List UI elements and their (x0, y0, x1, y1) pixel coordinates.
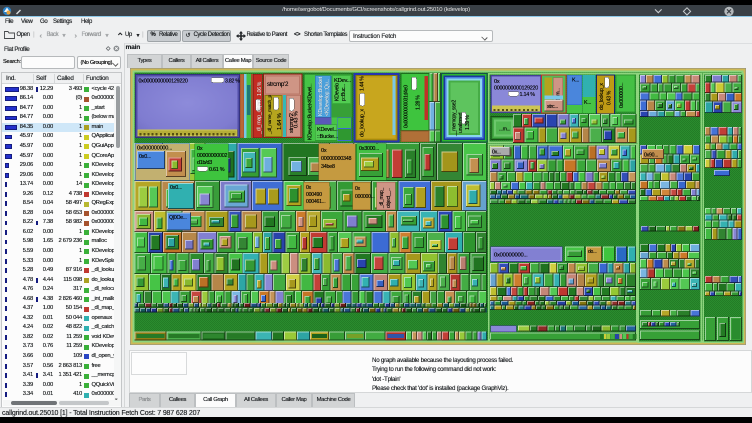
svg-text:object__...: object__... (386, 188, 392, 208)
svg-text:::Bucke...: ::Bucke... (317, 134, 339, 140)
svg-text:...m...: ...m... (499, 127, 510, 133)
svg-text:d1b/d3: d1b/d3 (197, 160, 212, 166)
svg-text:000461...: 000461... (306, 199, 325, 205)
svg-text:_dl_map_object: _dl_map_object (257, 99, 263, 135)
svg-text:Q|0Oe...: Q|0Oe... (169, 215, 187, 221)
svg-text:__memcpy_sse2: __memcpy_sse2 (452, 100, 458, 137)
svg-text:1.64 %: 1.64 % (277, 113, 283, 130)
svg-text:0x0000000000129220: 0x0000000000129220 (139, 79, 188, 85)
svg-text:KDevelop::Bucket<KDevel...: KDevelop::Bucket<KDevel... (308, 84, 314, 140)
svg-text:0x000000...: 0x000000... (619, 83, 625, 108)
svg-text:3.82 %: 3.82 % (225, 79, 240, 85)
svg-text:KDevel...: KDevel... (317, 127, 338, 133)
svg-text:0x: 0x (355, 186, 361, 192)
svg-text:1.44 %: 1.44 % (360, 76, 366, 91)
svg-text:K...: K... (572, 78, 579, 84)
svg-text:strcmp'2: strcmp'2 (267, 81, 289, 88)
svg-text:1.28 %: 1.28 % (416, 95, 422, 110)
svg-text:1.14 %: 1.14 % (520, 92, 536, 98)
svg-text:0x: 0x (321, 148, 327, 154)
svg-text:_dl_map_: _dl_map_ (379, 188, 385, 209)
svg-text:<KDevelop::Qu...: <KDevelop::Qu... (325, 79, 331, 116)
svg-text:0.43 %: 0.43 % (607, 90, 613, 105)
svg-text:do...: do... (588, 249, 596, 255)
svg-text:1.39 %: 1.39 % (465, 115, 471, 130)
svg-text:00000000348: 00000000348 (321, 156, 351, 162)
svg-text:do_lookup_x: do_lookup_x (599, 83, 605, 110)
svg-text:0x000000000...: 0x000000000... (137, 146, 173, 152)
svg-text:0x...: 0x... (492, 150, 501, 156)
svg-text:KDev...: KDev... (334, 78, 351, 84)
svg-text:0x3000...: 0x3000... (359, 146, 379, 152)
svg-text:strc...: strc... (547, 104, 558, 110)
svg-text:0x: 0x (494, 79, 500, 85)
svg-text:0x0...: 0x0... (139, 154, 151, 160)
svg-text:34be8: 34be8 (321, 164, 335, 170)
svg-text:0.61 %: 0.61 % (209, 167, 225, 173)
svg-text:0x00000000031d4e0: 0x00000000031d4e0 (404, 85, 410, 128)
svg-text:000490: 000490 (306, 192, 322, 198)
svg-text:do_lookup_x: do_lookup_x (360, 109, 366, 137)
svg-text:KDevelo: KDevelo (335, 83, 341, 101)
svg-text:0x: 0x (197, 146, 203, 152)
svg-text:KDevelop::Bucket: KDevelop::Bucket (318, 76, 324, 116)
svg-text:_dl_name_match_p: _dl_name_match_p (267, 95, 273, 135)
svg-text:0000000000129220: 0000000000129220 (494, 86, 538, 92)
svg-text:p::Buc...: p::Buc... (341, 84, 347, 101)
svg-text:00000000002: 00000000002 (197, 153, 227, 159)
svg-text:0.43 %: 0.43 % (294, 111, 300, 128)
svg-text:0x: 0x (306, 185, 312, 191)
svg-text:0x00000000...: 0x00000000... (494, 253, 528, 259)
svg-text:000000...: 000000... (355, 194, 374, 200)
svg-text:1.06 %: 1.06 % (257, 81, 263, 96)
svg-text:0x0...: 0x0... (170, 185, 182, 191)
svg-text:K...: K... (584, 100, 591, 106)
svg-text:0x90...: 0x90... (644, 153, 658, 159)
